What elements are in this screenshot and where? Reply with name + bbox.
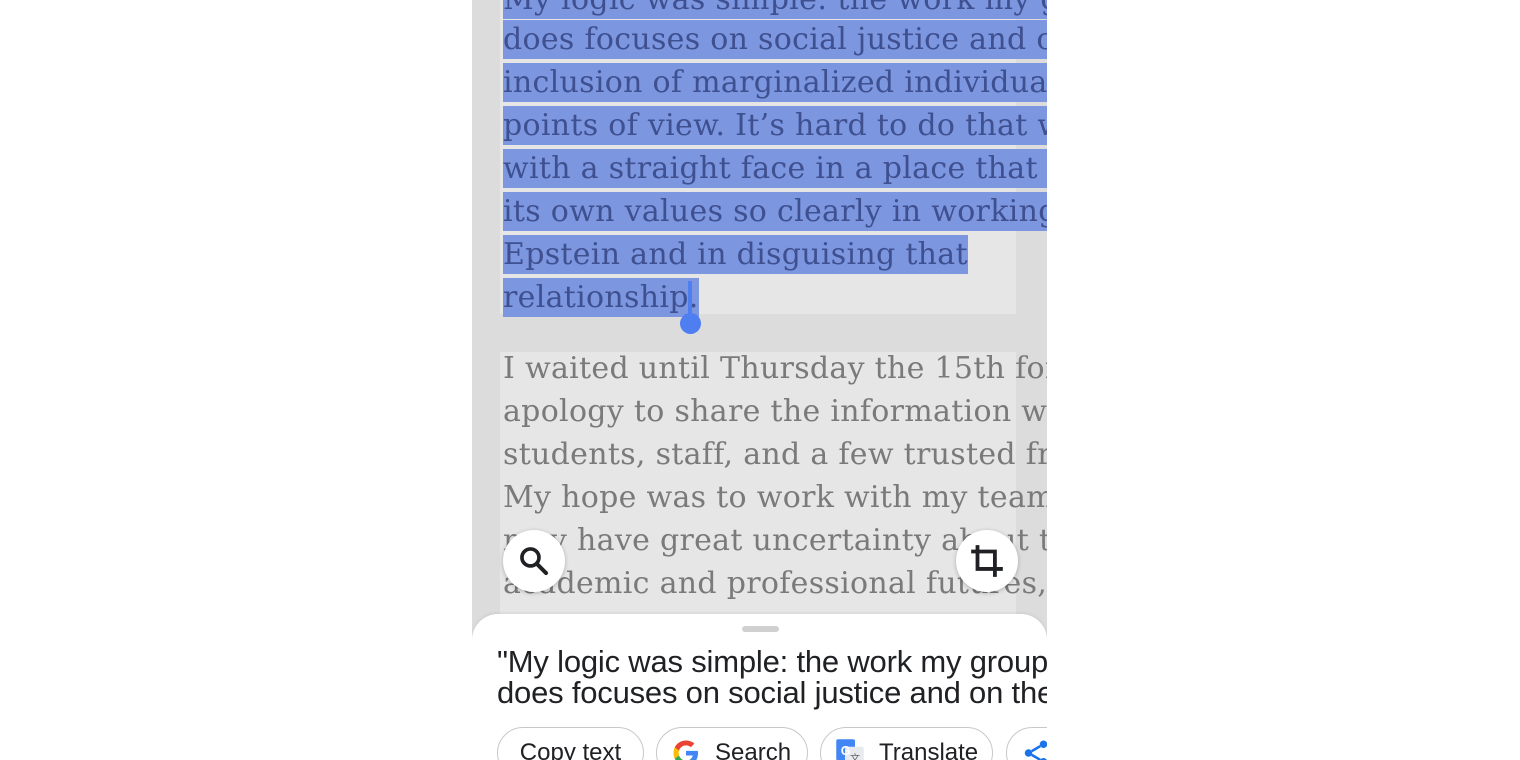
share-icon	[1024, 740, 1047, 760]
selected-text-preview: does focuses on social justice and on th…	[497, 675, 1047, 710]
text-line: points of view. It’s hard to do that wor…	[503, 104, 1047, 147]
crop-button[interactable]	[956, 530, 1018, 592]
text-line: relationship.	[503, 278, 699, 317]
google-g-icon	[673, 740, 698, 760]
selection-handle[interactable]	[680, 313, 701, 334]
copy-text-button[interactable]: Copy text	[497, 727, 644, 760]
text-line: My hope was to work with my team, who	[503, 480, 1047, 515]
next-paragraph[interactable]: I waited until Thursday the 15th for Joi…	[500, 351, 1047, 622]
text-line: Epstein and in disguising that	[503, 235, 968, 274]
translate-button[interactable]: G 文 Translate	[820, 727, 993, 760]
selected-paragraph[interactable]: My logic was simple: the work my group d…	[500, 0, 1047, 334]
copy-text-label: Copy text	[519, 739, 622, 760]
lens-search-button[interactable]	[503, 530, 565, 592]
search-icon	[520, 547, 549, 576]
svg-text:文: 文	[850, 752, 860, 760]
bottom-sheet: "My logic was simple: the work my group …	[472, 614, 1047, 760]
text-line: apology to share the information with my	[503, 394, 1047, 429]
selection-end-caret	[688, 281, 692, 315]
share-button[interactable]	[1006, 727, 1047, 760]
translate-label: Translate	[879, 739, 979, 760]
text-line: I waited until Thursday the 15th for Joi…	[503, 351, 1047, 386]
search-button[interactable]: Search	[656, 727, 808, 760]
translate-icon: G 文	[836, 739, 864, 760]
text-line: its own values so clearly in working wit…	[503, 190, 1047, 233]
crop-icon	[971, 545, 1003, 577]
text-line: does focuses on social justice and on th…	[503, 18, 1047, 61]
phone-screen: My logic was simple: the work my group d…	[472, 0, 1047, 760]
text-line: students, staff, and a few trusted frien…	[503, 437, 1047, 472]
drag-handle[interactable]	[742, 626, 779, 632]
text-line: inclusion of marginalized individuals an…	[503, 61, 1047, 104]
text-line: with a straight face in a place that vio…	[503, 147, 1047, 190]
search-label: Search	[715, 739, 792, 760]
